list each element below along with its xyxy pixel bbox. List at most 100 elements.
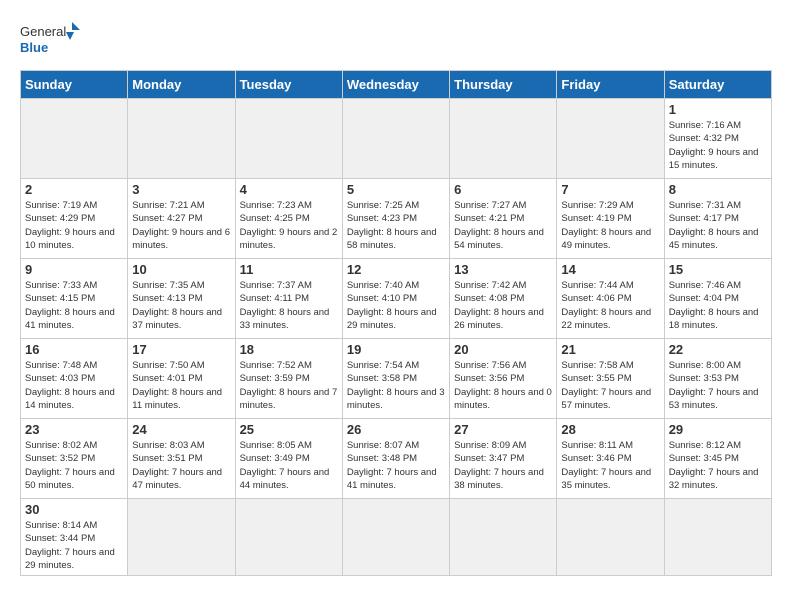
day-number: 16 — [25, 342, 123, 357]
calendar-cell — [342, 499, 449, 576]
day-info: Sunrise: 7:42 AM Sunset: 4:08 PM Dayligh… — [454, 279, 552, 332]
day-info: Sunrise: 7:54 AM Sunset: 3:58 PM Dayligh… — [347, 359, 445, 412]
day-info: Sunrise: 7:21 AM Sunset: 4:27 PM Dayligh… — [132, 199, 230, 252]
calendar-cell — [21, 99, 128, 179]
calendar-cell: 12 Sunrise: 7:40 AM Sunset: 4:10 PM Dayli… — [342, 259, 449, 339]
calendar-header-tuesday: Tuesday — [235, 71, 342, 99]
calendar-cell: 15 Sunrise: 7:46 AM Sunset: 4:04 PM Dayli… — [664, 259, 771, 339]
day-number: 20 — [454, 342, 552, 357]
day-number: 9 — [25, 262, 123, 277]
calendar-cell: 16Sunrise: 7:48 AM Sunset: 4:03 PM Dayli… — [21, 339, 128, 419]
day-number: 7 — [561, 182, 659, 197]
calendar-header-row: SundayMondayTuesdayWednesdayThursdayFrid… — [21, 71, 772, 99]
logo: General Blue — [20, 20, 80, 60]
calendar-cell: 26Sunrise: 8:07 AM Sunset: 3:48 PM Dayli… — [342, 419, 449, 499]
day-info: Sunrise: 7:33 AM Sunset: 4:15 PM Dayligh… — [25, 279, 123, 332]
day-number: 30 — [25, 502, 123, 517]
calendar-cell: 20Sunrise: 7:56 AM Sunset: 3:56 PM Dayli… — [450, 339, 557, 419]
calendar-cell — [557, 99, 664, 179]
calendar-week-1: 2Sunrise: 7:19 AM Sunset: 4:29 PM Daylig… — [21, 179, 772, 259]
calendar-cell — [342, 99, 449, 179]
calendar-cell: 29 Sunrise: 8:12 AM Sunset: 3:45 PM Dayli… — [664, 419, 771, 499]
day-number: 5 — [347, 182, 445, 197]
day-number: 4 — [240, 182, 338, 197]
calendar-cell — [450, 499, 557, 576]
day-number: 6 — [454, 182, 552, 197]
day-info: Sunrise: 7:29 AM Sunset: 4:19 PM Dayligh… — [561, 199, 659, 252]
calendar-cell: 19 Sunrise: 7:54 AM Sunset: 3:58 PM Dayli… — [342, 339, 449, 419]
day-info: Sunrise: 7:37 AM Sunset: 4:11 PM Dayligh… — [240, 279, 338, 332]
day-number: 15 — [669, 262, 767, 277]
day-number: 18 — [240, 342, 338, 357]
calendar-cell: 13Sunrise: 7:42 AM Sunset: 4:08 PM Dayli… — [450, 259, 557, 339]
calendar-cell: 27Sunrise: 8:09 AM Sunset: 3:47 PM Dayli… — [450, 419, 557, 499]
calendar-cell: 3 Sunrise: 7:21 AM Sunset: 4:27 PM Daylig… — [128, 179, 235, 259]
calendar-cell — [235, 499, 342, 576]
calendar-cell — [450, 99, 557, 179]
day-number: 1 — [669, 102, 767, 117]
day-number: 3 — [132, 182, 230, 197]
day-number: 19 — [347, 342, 445, 357]
day-info: Sunrise: 8:05 AM Sunset: 3:49 PM Dayligh… — [240, 439, 338, 492]
calendar-cell: 6 Sunrise: 7:27 AM Sunset: 4:21 PM Daylig… — [450, 179, 557, 259]
calendar-cell: 17 Sunrise: 7:50 AM Sunset: 4:01 PM Dayli… — [128, 339, 235, 419]
calendar-header-friday: Friday — [557, 71, 664, 99]
calendar-week-5: 30 Sunrise: 8:14 AM Sunset: 3:44 PM Dayli… — [21, 499, 772, 576]
calendar-header-wednesday: Wednesday — [342, 71, 449, 99]
calendar-week-0: 1 Sunrise: 7:16 AM Sunset: 4:32 PM Daylig… — [21, 99, 772, 179]
calendar-cell: 4Sunrise: 7:23 AM Sunset: 4:25 PM Daylig… — [235, 179, 342, 259]
calendar-cell: 24Sunrise: 8:03 AM Sunset: 3:51 PM Dayli… — [128, 419, 235, 499]
calendar-header-sunday: Sunday — [21, 71, 128, 99]
calendar-cell — [128, 499, 235, 576]
day-info: Sunrise: 8:12 AM Sunset: 3:45 PM Dayligh… — [669, 439, 767, 492]
calendar-header-saturday: Saturday — [664, 71, 771, 99]
day-number: 12 — [347, 262, 445, 277]
page: General Blue SundayMondayTuesdayWednesda… — [0, 0, 792, 586]
calendar-cell: 9 Sunrise: 7:33 AM Sunset: 4:15 PM Daylig… — [21, 259, 128, 339]
calendar-table: SundayMondayTuesdayWednesdayThursdayFrid… — [20, 70, 772, 576]
day-number: 25 — [240, 422, 338, 437]
day-number: 28 — [561, 422, 659, 437]
day-info: Sunrise: 8:11 AM Sunset: 3:46 PM Dayligh… — [561, 439, 659, 492]
calendar-cell: 14Sunrise: 7:44 AM Sunset: 4:06 PM Dayli… — [557, 259, 664, 339]
day-info: Sunrise: 7:16 AM Sunset: 4:32 PM Dayligh… — [669, 119, 767, 172]
day-number: 22 — [669, 342, 767, 357]
calendar-cell: 30 Sunrise: 8:14 AM Sunset: 3:44 PM Dayli… — [21, 499, 128, 576]
calendar-cell: 1 Sunrise: 7:16 AM Sunset: 4:32 PM Daylig… — [664, 99, 771, 179]
day-info: Sunrise: 7:46 AM Sunset: 4:04 PM Dayligh… — [669, 279, 767, 332]
day-number: 17 — [132, 342, 230, 357]
day-info: Sunrise: 7:25 AM Sunset: 4:23 PM Dayligh… — [347, 199, 445, 252]
calendar-cell — [235, 99, 342, 179]
calendar-cell: 2Sunrise: 7:19 AM Sunset: 4:29 PM Daylig… — [21, 179, 128, 259]
calendar-cell: 5 Sunrise: 7:25 AM Sunset: 4:23 PM Daylig… — [342, 179, 449, 259]
calendar-cell — [557, 499, 664, 576]
calendar-cell: 23Sunrise: 8:02 AM Sunset: 3:52 PM Dayli… — [21, 419, 128, 499]
day-number: 14 — [561, 262, 659, 277]
day-number: 21 — [561, 342, 659, 357]
day-number: 23 — [25, 422, 123, 437]
day-number: 11 — [240, 262, 338, 277]
day-number: 24 — [132, 422, 230, 437]
day-info: Sunrise: 7:50 AM Sunset: 4:01 PM Dayligh… — [132, 359, 230, 412]
calendar-header-monday: Monday — [128, 71, 235, 99]
day-number: 29 — [669, 422, 767, 437]
day-info: Sunrise: 7:27 AM Sunset: 4:21 PM Dayligh… — [454, 199, 552, 252]
calendar-cell: 18 Sunrise: 7:52 AM Sunset: 3:59 PM Dayli… — [235, 339, 342, 419]
svg-text:Blue: Blue — [20, 40, 48, 55]
calendar-cell: 8 Sunrise: 7:31 AM Sunset: 4:17 PM Daylig… — [664, 179, 771, 259]
calendar-cell — [128, 99, 235, 179]
day-info: Sunrise: 7:31 AM Sunset: 4:17 PM Dayligh… — [669, 199, 767, 252]
day-info: Sunrise: 7:52 AM Sunset: 3:59 PM Dayligh… — [240, 359, 338, 412]
calendar-cell: 28 Sunrise: 8:11 AM Sunset: 3:46 PM Dayli… — [557, 419, 664, 499]
day-info: Sunrise: 7:35 AM Sunset: 4:13 PM Dayligh… — [132, 279, 230, 332]
calendar-cell: 11 Sunrise: 7:37 AM Sunset: 4:11 PM Dayli… — [235, 259, 342, 339]
day-number: 8 — [669, 182, 767, 197]
calendar-cell: 7 Sunrise: 7:29 AM Sunset: 4:19 PM Daylig… — [557, 179, 664, 259]
day-info: Sunrise: 7:19 AM Sunset: 4:29 PM Dayligh… — [25, 199, 123, 252]
calendar-header-thursday: Thursday — [450, 71, 557, 99]
calendar-cell — [664, 499, 771, 576]
day-number: 26 — [347, 422, 445, 437]
day-number: 27 — [454, 422, 552, 437]
day-info: Sunrise: 8:14 AM Sunset: 3:44 PM Dayligh… — [25, 519, 123, 572]
day-info: Sunrise: 7:40 AM Sunset: 4:10 PM Dayligh… — [347, 279, 445, 332]
